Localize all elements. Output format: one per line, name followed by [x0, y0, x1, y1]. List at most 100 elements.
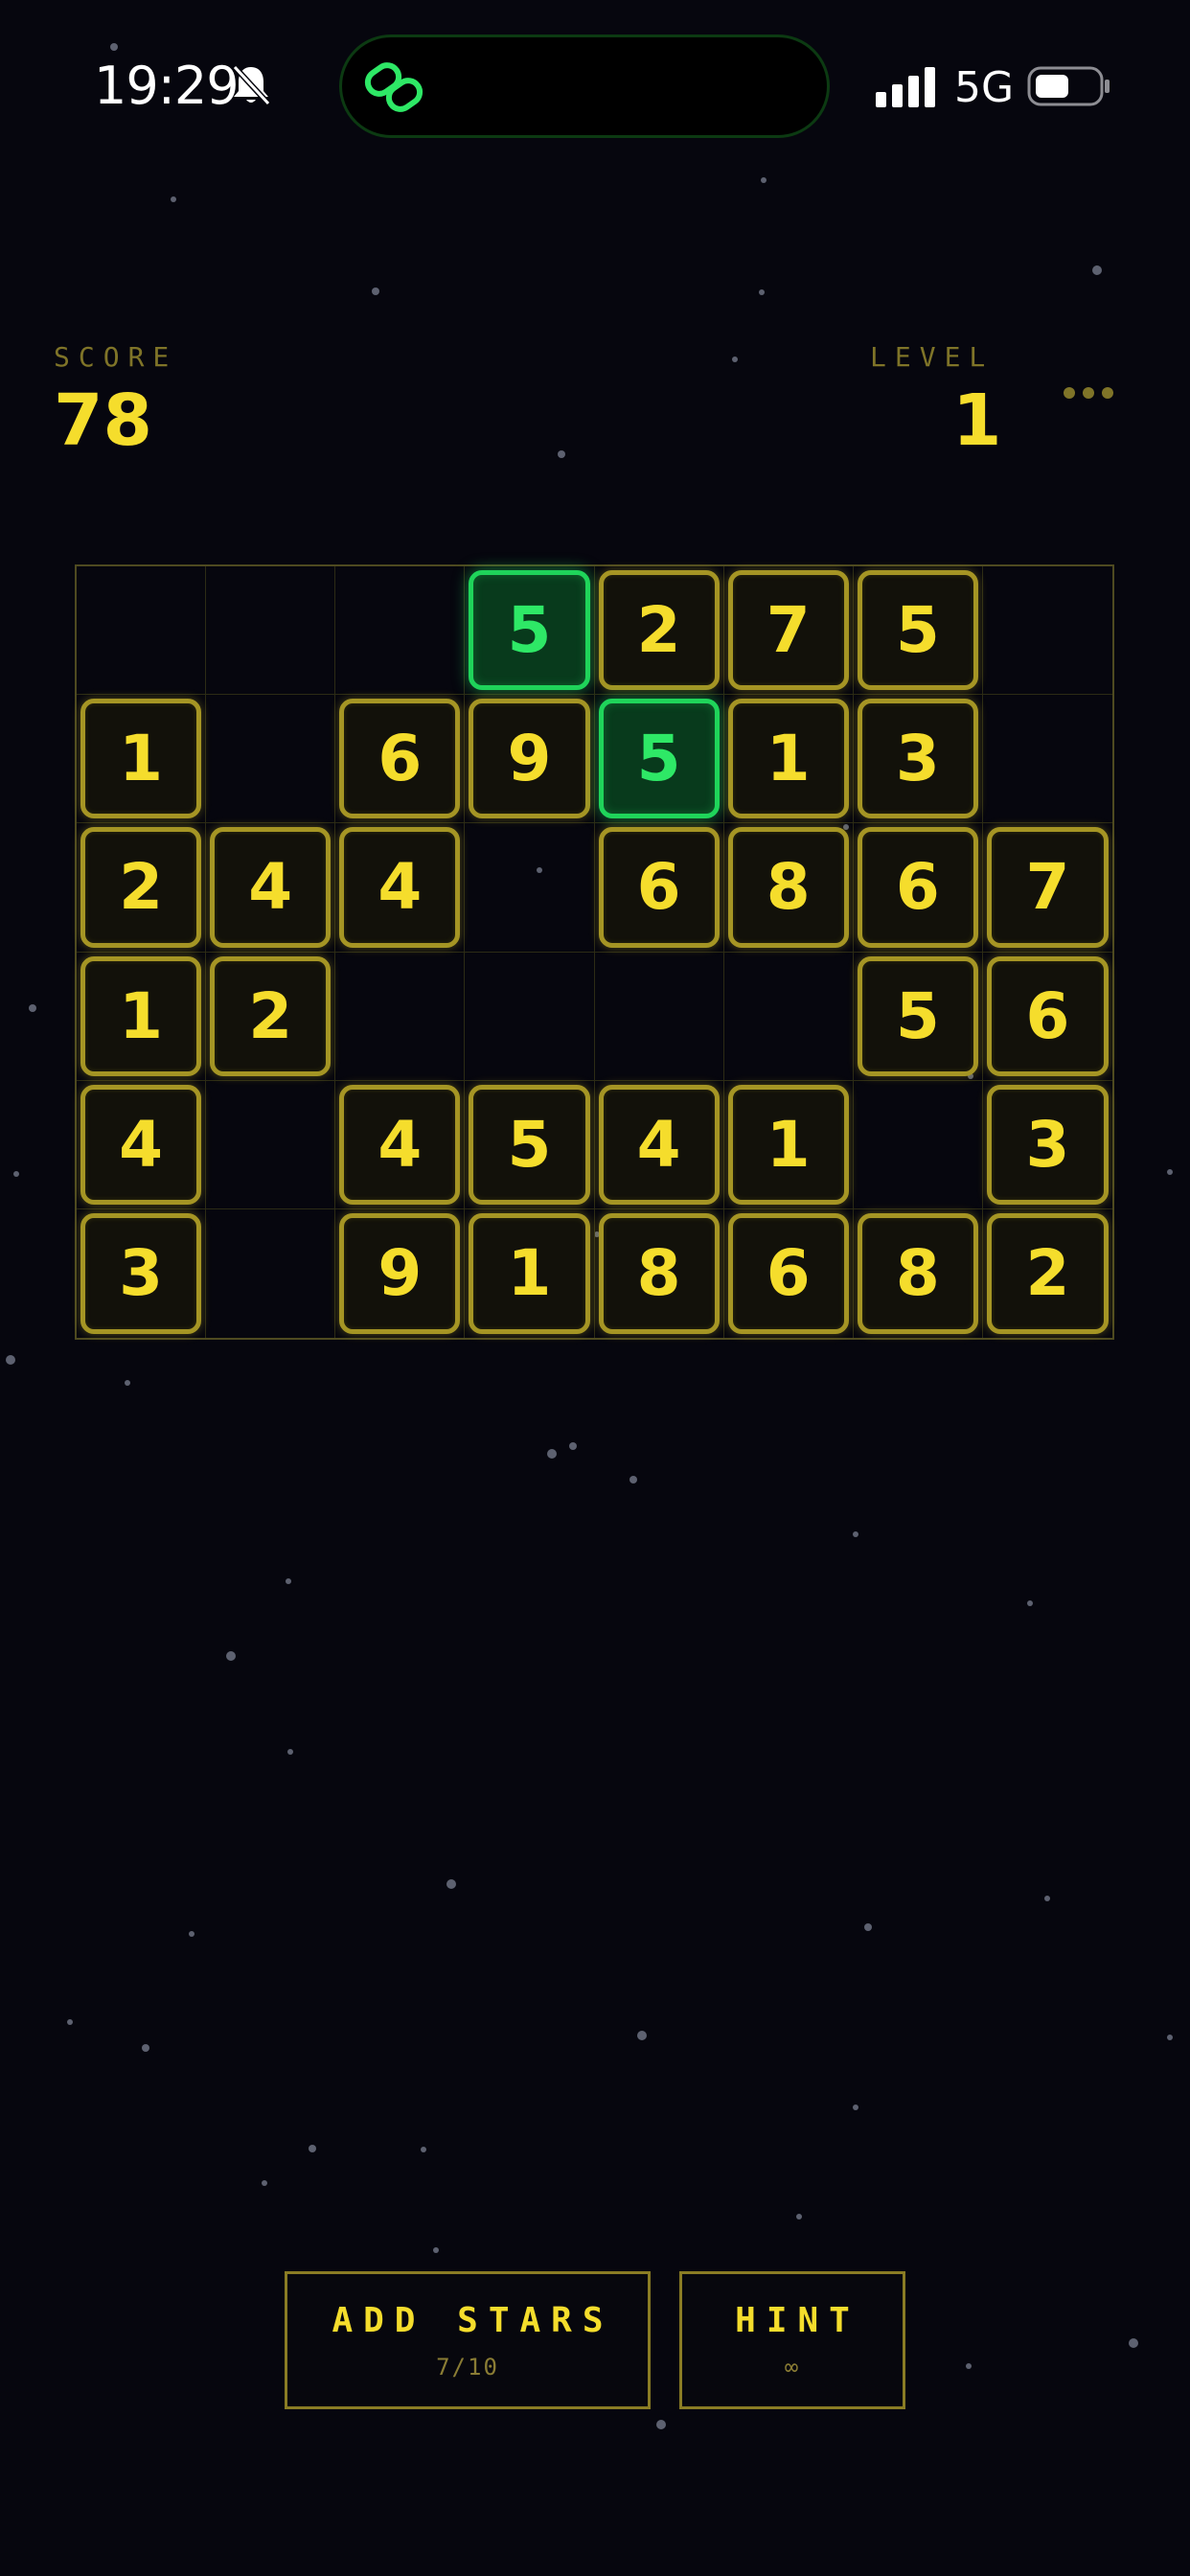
star-dot	[171, 196, 176, 202]
board-cell	[206, 1208, 336, 1338]
number-tile[interactable]: 7	[727, 570, 849, 691]
board-cell[interactable]: 4	[206, 823, 336, 953]
number-tile[interactable]: 6	[857, 827, 978, 948]
board-cell[interactable]: 6	[335, 695, 466, 824]
number-tile[interactable]: 1	[80, 699, 202, 819]
board-cell[interactable]: 2	[983, 1209, 1112, 1338]
level-value: 1	[952, 380, 1002, 462]
board-cell	[77, 566, 207, 696]
number-tile[interactable]: 5	[857, 570, 978, 691]
number-tile[interactable]: 1	[727, 1084, 849, 1205]
board-cell[interactable]: 8	[854, 1208, 983, 1338]
number-tile[interactable]: 7	[986, 827, 1109, 948]
number-tile[interactable]: 3	[80, 1212, 202, 1334]
add-stars-label: ADD STARS	[332, 2300, 614, 2340]
number-tile-selected[interactable]: 5	[598, 699, 720, 819]
board-cell[interactable]: 6	[724, 1208, 854, 1338]
star-dot	[629, 1476, 637, 1484]
number-tile[interactable]: 2	[210, 955, 332, 1076]
star-dot	[761, 177, 767, 183]
board-cell	[335, 566, 466, 696]
board-cell[interactable]: 7	[723, 566, 854, 696]
dynamic-island	[339, 34, 830, 138]
number-tile[interactable]: 3	[857, 699, 978, 819]
star-dot	[853, 1531, 858, 1537]
number-tile[interactable]: 4	[339, 827, 461, 948]
board-cell[interactable]: 1	[465, 1208, 595, 1338]
star-dot	[6, 1355, 15, 1365]
board-cell[interactable]: 2	[206, 952, 336, 1081]
board-cell[interactable]: 7	[982, 823, 1112, 953]
number-tile[interactable]: 2	[598, 570, 720, 691]
battery-icon	[1027, 66, 1110, 106]
star-dot	[262, 2180, 267, 2186]
number-tile[interactable]: 2	[986, 1212, 1109, 1334]
star-dot	[286, 1578, 291, 1584]
hint-label: HINT	[735, 2300, 860, 2340]
number-tile[interactable]: 1	[727, 699, 849, 819]
board-cell[interactable]: 9	[335, 1208, 466, 1338]
number-tile[interactable]: 8	[857, 1212, 978, 1334]
board-cell	[594, 952, 724, 1081]
number-tile[interactable]: 6	[339, 699, 461, 819]
status-time: 19:29	[94, 56, 240, 116]
board-cell[interactable]: 2	[594, 566, 724, 696]
number-tile[interactable]: 5	[857, 955, 978, 1076]
number-tile[interactable]: 5	[469, 1084, 590, 1205]
board-cell[interactable]: 9	[465, 695, 595, 824]
number-tile[interactable]: 4	[598, 1084, 720, 1205]
hint-button[interactable]: HINT ∞	[679, 2271, 905, 2409]
star-dot	[853, 2104, 858, 2110]
board-cell	[465, 823, 595, 953]
number-tile[interactable]: 6	[986, 955, 1109, 1076]
add-stars-button[interactable]: ADD STARS 7/10	[285, 2271, 651, 2409]
board-cell	[465, 952, 595, 1081]
board-cell[interactable]: 4	[77, 1080, 207, 1209]
star-dot	[1167, 2035, 1173, 2040]
number-tile[interactable]: 1	[80, 955, 202, 1076]
board-cell[interactable]: 4	[335, 823, 466, 953]
board-cell[interactable]: 5	[456, 557, 603, 703]
number-tile[interactable]: 9	[339, 1212, 461, 1334]
number-tile[interactable]: 6	[598, 827, 720, 948]
board-cell	[853, 1080, 983, 1209]
number-tile[interactable]: 9	[469, 699, 590, 819]
network-type: 5G	[954, 63, 1015, 112]
number-tile-selected[interactable]: 5	[456, 557, 603, 703]
link-icon	[364, 62, 423, 112]
more-options-icon[interactable]	[1064, 387, 1113, 401]
star-dot	[656, 2420, 666, 2429]
bell-slash-icon	[232, 64, 271, 106]
star-dot	[1092, 265, 1102, 275]
board-cell[interactable]: 5	[853, 566, 983, 696]
number-tile[interactable]: 6	[727, 1212, 849, 1334]
board-cell[interactable]: 1	[77, 952, 207, 1081]
board-cell[interactable]: 8	[723, 823, 854, 953]
board-cell[interactable]: 6	[594, 823, 724, 953]
board-cell[interactable]: 2	[77, 823, 207, 953]
board-cell[interactable]: 8	[595, 1208, 724, 1338]
number-tile[interactable]: 8	[727, 827, 849, 948]
number-tile[interactable]: 4	[210, 827, 332, 948]
number-tile[interactable]: 3	[986, 1084, 1109, 1205]
board-cell	[723, 952, 854, 1081]
board-cell[interactable]: 1	[723, 1080, 854, 1209]
number-tile[interactable]: 1	[469, 1212, 590, 1334]
board-cell[interactable]: 3	[982, 1081, 1112, 1209]
number-tile[interactable]: 8	[598, 1212, 720, 1334]
board-cell[interactable]: 3	[853, 695, 983, 824]
board-cell[interactable]: 1	[77, 695, 207, 824]
board-cell[interactable]: 3	[77, 1208, 207, 1338]
board-cell[interactable]: 6	[853, 823, 983, 953]
number-tile[interactable]: 2	[80, 827, 202, 948]
number-tile[interactable]: 4	[80, 1084, 202, 1205]
board-cell[interactable]: 5	[853, 952, 983, 1081]
board-cell[interactable]: 5	[465, 1080, 595, 1209]
board-cell[interactable]: 4	[335, 1080, 466, 1209]
star-dot	[433, 2247, 439, 2253]
number-tile[interactable]: 4	[339, 1084, 461, 1205]
board-cell[interactable]: 5	[594, 695, 724, 824]
board-cell[interactable]: 6	[982, 953, 1112, 1081]
board-cell[interactable]: 1	[723, 695, 854, 824]
board-cell[interactable]: 4	[594, 1080, 724, 1209]
